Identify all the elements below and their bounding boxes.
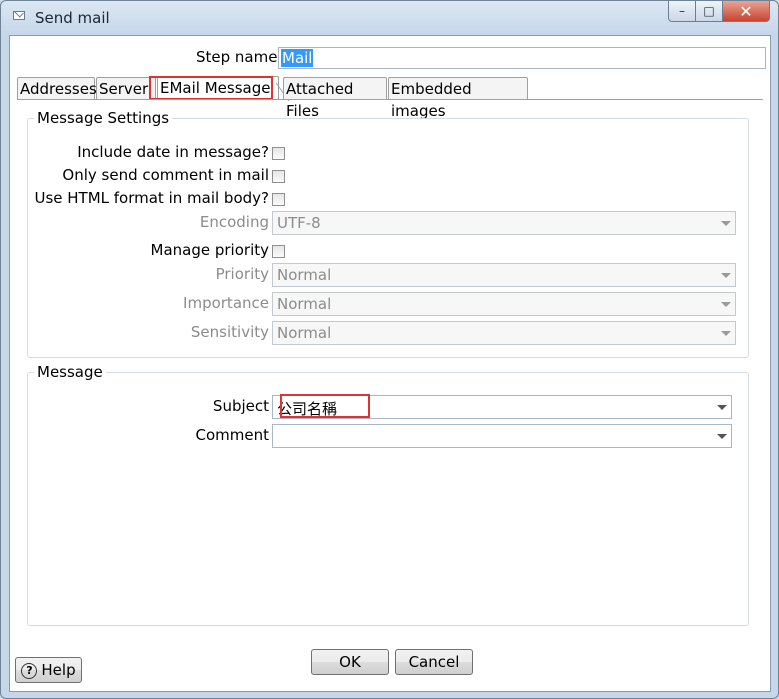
help-button[interactable]: ? Help	[15, 657, 82, 683]
close-icon: ✕	[739, 1, 753, 21]
only-comment-label: Only send comment in mail	[62, 166, 269, 184]
subject-label: Subject	[212, 397, 269, 415]
message-settings-title: Message Settings	[34, 109, 173, 127]
sensitivity-select[interactable]: Normal	[272, 321, 736, 345]
tab-addresses[interactable]: Addresses	[17, 77, 97, 99]
step-name-label: Step name	[196, 48, 278, 66]
message-settings-group: Message Settings Include date in message…	[27, 109, 749, 358]
chevron-down-icon	[721, 331, 731, 336]
tab-attached-files[interactable]: Attached Files	[283, 77, 387, 120]
help-label: Help	[41, 661, 76, 679]
tab-bar: Addresses Server EMail Message Attached …	[17, 76, 763, 120]
step-name-value: Mail	[281, 49, 314, 67]
chevron-down-icon	[721, 302, 731, 307]
sensitivity-value: Normal	[277, 324, 332, 342]
chevron-down-icon	[721, 273, 731, 278]
importance-value: Normal	[277, 295, 332, 313]
cancel-label: Cancel	[408, 653, 460, 671]
only-comment-checkbox[interactable]	[272, 170, 285, 183]
priority-label: Priority	[215, 265, 269, 283]
tab-embedded-images[interactable]: Embedded images	[388, 77, 528, 120]
sensitivity-label: Sensitivity	[190, 323, 269, 341]
importance-select[interactable]: Normal	[272, 292, 736, 316]
encoding-label: Encoding	[199, 213, 269, 231]
chevron-down-icon	[721, 221, 731, 226]
tab-server[interactable]: Server	[96, 77, 156, 99]
window-title: Send mail	[35, 9, 110, 27]
email-message-tab-highlight	[149, 76, 273, 100]
minimize-button[interactable]: –	[668, 1, 696, 22]
step-name-input[interactable]: Mail	[278, 47, 766, 69]
minimize-icon: –	[679, 4, 685, 18]
use-html-checkbox[interactable]	[272, 193, 285, 206]
chevron-down-icon	[717, 405, 727, 410]
comment-label: Comment	[195, 426, 270, 444]
cancel-button[interactable]: Cancel	[395, 649, 473, 675]
tab-addresses-label: Addresses	[20, 80, 97, 98]
dialog-body: Step name Mail Addresses Server EMail Me…	[9, 35, 771, 692]
encoding-value: UTF-8	[277, 214, 321, 232]
priority-value: Normal	[277, 266, 332, 284]
include-date-checkbox[interactable]	[272, 147, 285, 160]
message-title: Message	[34, 363, 106, 381]
maximize-icon: □	[703, 4, 715, 18]
importance-label: Importance	[183, 294, 269, 312]
help-icon: ?	[21, 662, 38, 679]
mail-icon	[13, 11, 25, 20]
encoding-select[interactable]: UTF-8	[272, 211, 736, 235]
manage-priority-checkbox[interactable]	[272, 245, 285, 258]
message-group: Message Subject 公司名稱 Comment	[27, 363, 749, 626]
tab-server-label: Server	[99, 80, 149, 98]
manage-priority-label: Manage priority	[150, 241, 269, 259]
email-message-panel: Message Settings Include date in message…	[17, 99, 763, 639]
priority-select[interactable]: Normal	[272, 263, 736, 287]
ok-button[interactable]: OK	[311, 649, 389, 675]
maximize-button[interactable]: □	[696, 1, 723, 22]
include-date-label: Include date in message?	[77, 143, 269, 161]
ok-label: OK	[339, 653, 361, 671]
title-bar[interactable]: Send mail – □ ✕	[1, 1, 778, 35]
comment-input[interactable]	[272, 424, 732, 448]
use-html-label: Use HTML format in mail body?	[34, 189, 269, 207]
send-mail-dialog: Send mail – □ ✕ Step name Mail Addresses…	[0, 0, 779, 699]
subject-highlight	[280, 394, 370, 418]
chevron-down-icon	[717, 434, 727, 439]
close-button[interactable]: ✕	[723, 1, 770, 22]
